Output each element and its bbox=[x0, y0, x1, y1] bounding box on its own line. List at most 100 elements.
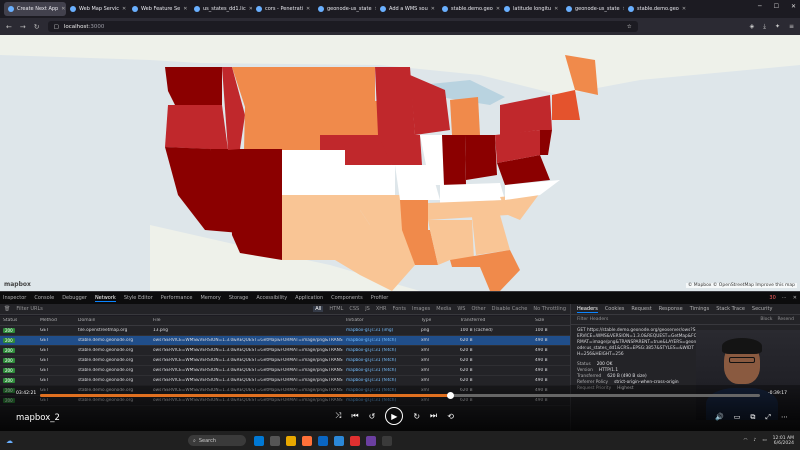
devtools-tab-inspector[interactable]: Inspector bbox=[3, 295, 26, 301]
more-options-icon[interactable]: ⋯ bbox=[782, 295, 787, 301]
devtools-tab-accessibility[interactable]: Accessibility bbox=[256, 295, 287, 301]
tab-close-icon[interactable]: ✕ bbox=[554, 6, 558, 12]
type-filter-images[interactable]: Images bbox=[412, 306, 430, 312]
devtools-tab-network[interactable]: Network bbox=[94, 295, 116, 302]
type-filter-js[interactable]: JS bbox=[365, 306, 370, 312]
wifi-icon[interactable]: ◠ bbox=[744, 438, 748, 443]
edge-icon[interactable] bbox=[318, 435, 328, 446]
minimize-icon[interactable]: ─ bbox=[758, 3, 762, 10]
shuffle-icon[interactable]: ⤨ bbox=[335, 411, 341, 421]
details-tab-timings[interactable]: Timings bbox=[690, 306, 710, 312]
browser-tab[interactable]: geonode-us_state✕ bbox=[314, 2, 376, 16]
devtools-close-icon[interactable]: ✕ bbox=[793, 295, 797, 301]
reload-icon[interactable]: ↻ bbox=[34, 23, 40, 31]
tab-close-icon[interactable]: ✕ bbox=[122, 6, 126, 12]
menu-icon[interactable]: ≡ bbox=[789, 23, 794, 31]
column-header-status[interactable]: Status bbox=[3, 318, 17, 323]
trash-icon[interactable]: 🗑 bbox=[4, 306, 10, 312]
media-player-icon[interactable] bbox=[350, 435, 360, 446]
network-request-row[interactable]: 200 GET stable.demo.geonode.org ows?SERVICE… bbox=[0, 346, 570, 356]
devtools-tab-profiler[interactable]: Profiler bbox=[371, 295, 389, 301]
tab-close-icon[interactable]: ✕ bbox=[682, 6, 686, 12]
back-icon[interactable]: ← bbox=[6, 23, 12, 31]
type-filter-fonts[interactable]: Fonts bbox=[393, 306, 407, 312]
forward-skip-icon[interactable]: ↻ bbox=[413, 412, 420, 421]
devtools-tab-memory[interactable]: Memory bbox=[200, 295, 220, 301]
browser-tab[interactable]: Web Map Servic ✕ bbox=[66, 2, 128, 16]
map-view[interactable]: mapbox © Mapbox © OpenStreetMap Improve … bbox=[0, 35, 800, 291]
details-tab-headers[interactable]: Headers bbox=[577, 306, 598, 313]
resend-button[interactable]: Resend bbox=[777, 317, 794, 322]
devtools-tab-performance[interactable]: Performance bbox=[161, 295, 193, 301]
clock[interactable]: 12:01 AM 6/6/2024 bbox=[773, 436, 794, 446]
bookmark-star-icon[interactable]: ☆ bbox=[627, 24, 632, 30]
vscode-icon[interactable] bbox=[334, 435, 344, 446]
column-header-type[interactable]: Type bbox=[421, 318, 431, 323]
column-header-method[interactable]: Method bbox=[40, 318, 57, 323]
browser-tab[interactable]: latitude longitu ✕ bbox=[500, 2, 562, 16]
volume-icon[interactable]: 🔊 bbox=[715, 413, 724, 422]
devtools-tab-console[interactable]: Console bbox=[34, 295, 54, 301]
browser-tab[interactable]: cors - Penetrati ✕ bbox=[252, 2, 314, 16]
column-header-file[interactable]: File bbox=[153, 318, 161, 323]
type-filter-html[interactable]: HTML bbox=[329, 306, 343, 312]
network-request-row[interactable]: 200 GET stable.demo.geonode.org ows?SERVICE… bbox=[0, 336, 570, 346]
previous-icon[interactable]: ⏮ bbox=[351, 411, 358, 421]
devtools-tab-storage[interactable]: Storage bbox=[229, 295, 249, 301]
widgets-icon[interactable]: ☁ bbox=[6, 437, 13, 445]
block-button[interactable]: Block bbox=[760, 317, 772, 322]
column-header-size[interactable]: Size bbox=[535, 318, 544, 323]
maximize-icon[interactable]: ☐ bbox=[774, 3, 779, 10]
type-filter-media[interactable]: Media bbox=[436, 306, 451, 312]
more-icon[interactable]: ⋯ bbox=[781, 413, 788, 422]
seek-knob[interactable] bbox=[447, 392, 455, 399]
teams-icon[interactable] bbox=[366, 435, 376, 446]
miniplayer-icon[interactable]: ⧉ bbox=[750, 413, 755, 422]
network-request-row[interactable]: 200 GET stable.demo.geonode.org ows?SERVICE… bbox=[0, 366, 570, 376]
play-button[interactable]: ▶ bbox=[385, 407, 404, 425]
error-count[interactable]: 30 bbox=[769, 295, 775, 301]
file-explorer-icon[interactable] bbox=[286, 435, 296, 446]
extensions-icon[interactable]: ✦ bbox=[775, 23, 780, 31]
type-filter-css[interactable]: CSS bbox=[349, 306, 359, 312]
url-bar[interactable]: ▢ localhost:3000 ☆ bbox=[47, 21, 638, 32]
column-header-transferred[interactable]: Transferred bbox=[460, 318, 485, 323]
browser-tab[interactable]: stable.demo.geo ✕ bbox=[624, 2, 686, 16]
mapbox-logo[interactable]: mapbox bbox=[4, 281, 31, 288]
tab-close-icon[interactable]: ✕ bbox=[183, 6, 187, 12]
throttle-toggle[interactable]: No Throttling bbox=[533, 306, 566, 312]
tab-close-icon[interactable]: ✕ bbox=[306, 6, 310, 12]
type-filter-xhr[interactable]: XHR bbox=[376, 306, 387, 312]
map-attribution[interactable]: © Mapbox © OpenStreetMap Improve this ma… bbox=[685, 283, 797, 288]
details-tab-request[interactable]: Request bbox=[631, 306, 651, 312]
seek-bar[interactable] bbox=[40, 392, 760, 399]
repeat-icon[interactable]: ⟲ bbox=[447, 412, 454, 421]
devtools-tab-application[interactable]: Application bbox=[295, 295, 323, 301]
speaker-icon[interactable]: ♪ bbox=[753, 438, 756, 443]
browser-tab[interactable]: Web Feature Se ✕ bbox=[128, 2, 190, 16]
details-tab-cookies[interactable]: Cookies bbox=[605, 306, 625, 312]
type-filter-other[interactable]: Other bbox=[471, 306, 485, 312]
devtools-tab-components[interactable]: Components bbox=[331, 295, 363, 301]
devtools-tab-debugger[interactable]: Debugger bbox=[62, 295, 87, 301]
details-tab-security[interactable]: Security bbox=[752, 306, 773, 312]
fullscreen-icon[interactable]: ⤢ bbox=[765, 413, 771, 422]
tab-close-icon[interactable]: ✕ bbox=[431, 6, 435, 12]
taskbar-search[interactable]: ⌕ Search bbox=[188, 435, 246, 446]
firefox-icon[interactable] bbox=[302, 435, 312, 446]
rewind-icon[interactable]: ↺ bbox=[369, 412, 376, 421]
next-icon[interactable]: ⏭ bbox=[430, 411, 437, 421]
browser-tab[interactable]: Add a WMS sou ✕ bbox=[376, 2, 438, 16]
close-icon[interactable]: ✕ bbox=[791, 3, 796, 10]
downloads-icon[interactable]: ⤓ bbox=[763, 23, 766, 31]
column-header-domain[interactable]: Domain bbox=[78, 318, 95, 323]
details-tab-stack-trace[interactable]: Stack Trace bbox=[716, 306, 745, 312]
column-header-initiator[interactable]: Initiator bbox=[346, 318, 364, 323]
filter-headers-input[interactable]: Filter Headers bbox=[577, 317, 608, 322]
browser-tab[interactable]: us_states_dd1.lic ✕ bbox=[190, 2, 252, 16]
details-tab-response[interactable]: Response bbox=[659, 306, 683, 312]
disable-cache-toggle[interactable]: Disable Cache bbox=[492, 306, 528, 312]
browser-tab[interactable]: geonode-us_state✕ bbox=[562, 2, 624, 16]
devtools-tab-style-editor[interactable]: Style Editor bbox=[124, 295, 153, 301]
captions-icon[interactable]: ▭ bbox=[734, 413, 741, 422]
